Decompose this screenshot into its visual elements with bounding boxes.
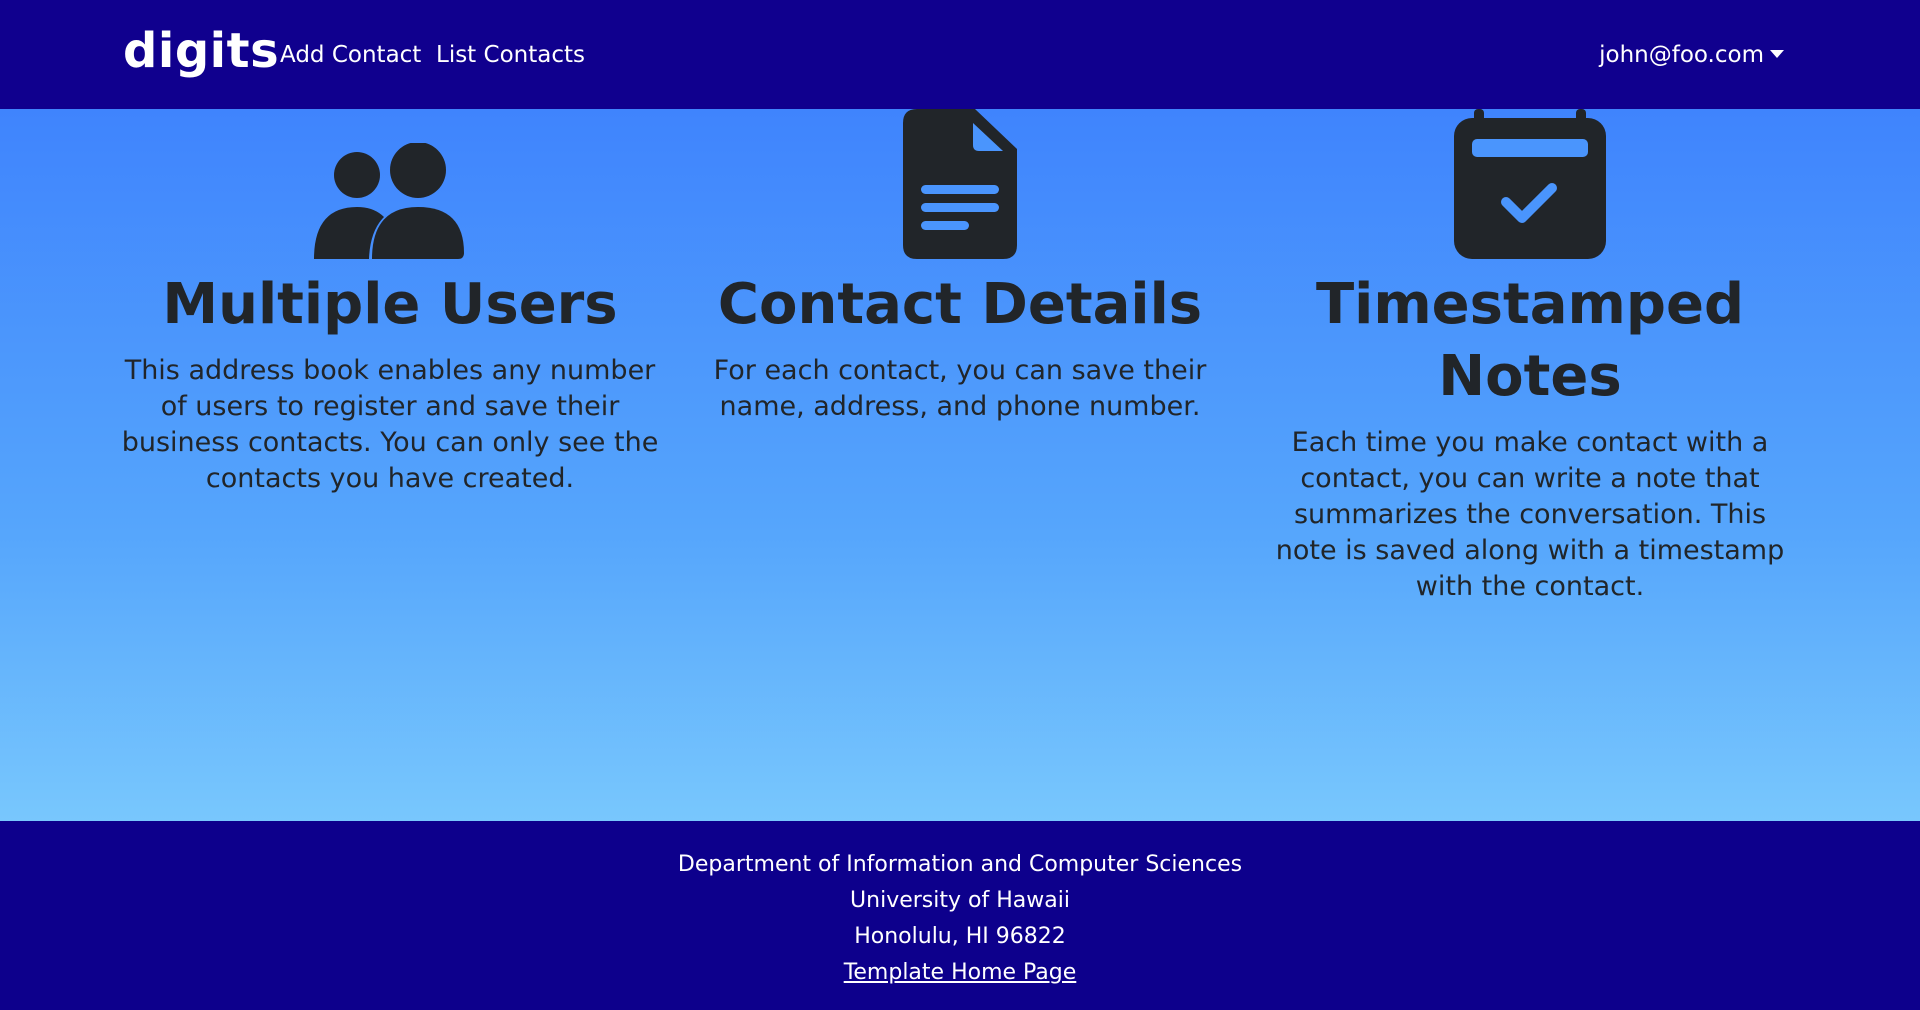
feature-description: Each time you make contact with a contac… [1275, 427, 1785, 602]
footer: Department of Information and Computer S… [0, 821, 1920, 1010]
feature-timestamped-notes: Timestamped Notes Each time you make con… [1260, 109, 1800, 605]
feature-title: Multiple Users [162, 272, 618, 337]
nav-list-contacts[interactable]: List Contacts [436, 40, 585, 70]
hero-section: Multiple Users This address book enables… [0, 109, 1920, 821]
template-home-link[interactable]: Template Home Page [844, 960, 1077, 985]
calendar-check-icon [1454, 109, 1606, 259]
feature-contact-details: Contact Details For each contact, you ca… [690, 109, 1230, 425]
caret-down-icon [1770, 50, 1784, 58]
nav-add-contact[interactable]: Add Contact [280, 40, 421, 70]
footer-address: Honolulu, HI 96822 [854, 924, 1066, 949]
footer-university: University of Hawaii [850, 888, 1070, 913]
footer-department: Department of Information and Computer S… [677, 852, 1243, 877]
user-dropdown[interactable]: john@foo.com [1599, 40, 1784, 70]
feature-title: Contact Details [717, 272, 1203, 337]
brand-link[interactable]: digits [123, 22, 279, 80]
people-icon [314, 143, 464, 259]
file-text-icon [903, 109, 1017, 259]
feature-description: This address book enables any number of … [121, 355, 659, 494]
navbar: digits Add Contact List Contacts john@fo… [0, 0, 1920, 109]
user-email: john@foo.com [1599, 42, 1764, 68]
feature-description: For each contact, you can save their nam… [713, 355, 1207, 422]
feature-title: Timestamped Notes [1315, 272, 1745, 409]
feature-multiple-users: Multiple Users This address book enables… [120, 109, 660, 497]
